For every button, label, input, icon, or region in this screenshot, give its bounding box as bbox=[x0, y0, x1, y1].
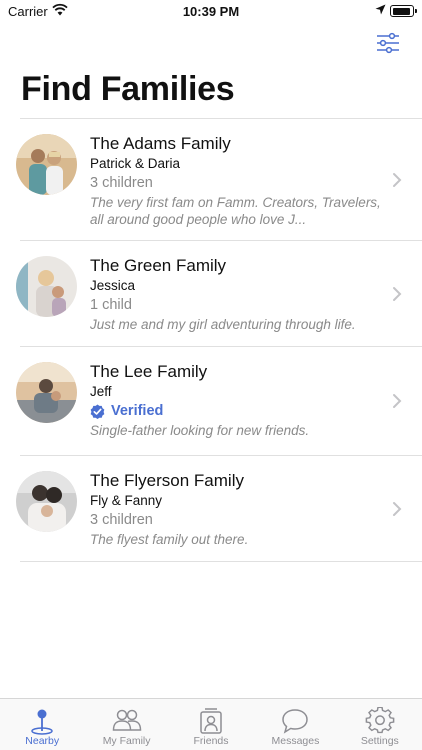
family-description: The flyest family out there. bbox=[90, 532, 249, 547]
family-row-lee[interactable]: The Lee Family Jeff Verified Single-fath… bbox=[16, 347, 422, 456]
family-row-flyerson[interactable]: The Flyerson Family Fly & Fanny 3 childr… bbox=[16, 456, 422, 562]
family-name: The Flyerson Family bbox=[90, 471, 244, 490]
location-arrow-icon bbox=[375, 4, 386, 15]
status-bar: Carrier 10:39 PM bbox=[0, 0, 422, 24]
chat-bubble-icon bbox=[282, 709, 309, 734]
chevron-right-icon bbox=[393, 287, 402, 301]
tab-label: Settings bbox=[360, 735, 399, 747]
family-parents: Jessica bbox=[90, 278, 136, 293]
chevron-right-icon bbox=[393, 173, 402, 187]
family-parents: Fly & Fanny bbox=[90, 493, 163, 508]
family-parents: Jeff bbox=[90, 384, 112, 399]
family-row-green[interactable]: The Green Family Jessica 1 child Just me… bbox=[16, 241, 422, 347]
family-description: Just me and my girl adventuring through … bbox=[90, 317, 356, 332]
tab-label: Messages bbox=[271, 735, 320, 747]
chevron-right-icon bbox=[393, 502, 402, 516]
page-title: Find Families bbox=[21, 70, 235, 108]
family-children-count: 3 children bbox=[90, 175, 153, 191]
battery-icon bbox=[390, 5, 417, 17]
family-avatar bbox=[16, 134, 77, 195]
family-avatar bbox=[16, 471, 77, 532]
verified-badge: Verified bbox=[90, 401, 382, 421]
family-name: The Adams Family bbox=[90, 134, 231, 153]
family-avatar bbox=[16, 256, 77, 317]
tab-label: Friends bbox=[193, 735, 229, 747]
family-info: The Lee Family Jeff Verified Single-fath… bbox=[90, 362, 382, 439]
chevron-right-icon bbox=[393, 394, 402, 408]
tab-nearby[interactable]: Nearby bbox=[0, 699, 84, 750]
family-name: The Lee Family bbox=[90, 362, 208, 381]
family-info: The Adams Family Patrick & Daria 3 child… bbox=[90, 134, 382, 228]
family-description: Single-father looking for new friends. bbox=[90, 423, 310, 438]
family-parents: Patrick & Daria bbox=[90, 156, 181, 171]
family-info: The Green Family Jessica 1 child Just me… bbox=[90, 256, 382, 333]
tab-settings[interactable]: Settings bbox=[338, 699, 422, 750]
tab-bar: Nearby My Family Friends Messages Settin… bbox=[0, 698, 422, 750]
filter-sliders-button[interactable] bbox=[376, 32, 400, 54]
family-children-count: 3 children bbox=[90, 512, 153, 528]
contact-card-icon bbox=[200, 708, 222, 734]
family-list: The Adams Family Patrick & Daria 3 child… bbox=[16, 118, 422, 562]
clock: 10:39 PM bbox=[182, 4, 240, 19]
gear-icon bbox=[365, 707, 395, 734]
tab-messages[interactable]: Messages bbox=[253, 699, 337, 750]
family-name: The Green Family bbox=[90, 256, 227, 275]
family-description: The very first fam on Famm. Creators, Tr… bbox=[90, 195, 381, 227]
verified-check-icon bbox=[90, 403, 105, 419]
verified-label: Verified bbox=[111, 403, 164, 419]
tab-label: My Family bbox=[102, 735, 151, 747]
family-row-adams[interactable]: The Adams Family Patrick & Daria 3 child… bbox=[16, 119, 422, 241]
tab-friends[interactable]: Friends bbox=[169, 699, 253, 750]
people-icon bbox=[112, 709, 141, 731]
map-pin-icon bbox=[31, 709, 53, 735]
family-children-count: 1 child bbox=[90, 297, 132, 313]
family-avatar bbox=[16, 362, 77, 423]
tab-label: Nearby bbox=[25, 735, 60, 747]
family-info: The Flyerson Family Fly & Fanny 3 childr… bbox=[90, 471, 382, 548]
tab-my-family[interactable]: My Family bbox=[84, 699, 168, 750]
